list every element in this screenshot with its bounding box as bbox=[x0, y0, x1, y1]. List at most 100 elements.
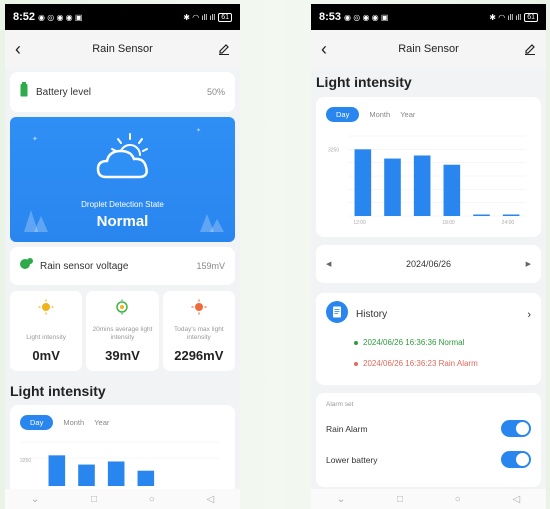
back-triangle-icon[interactable]: ◁ bbox=[206, 494, 214, 505]
status-bar: 8:52 ◉ ◎ ◉ ◉ ▣ ✱ ◠ ıll ıll 61 bbox=[5, 4, 240, 30]
x-tick-label: 18:00 bbox=[442, 220, 455, 226]
period-tabs: Day Month Year bbox=[20, 415, 225, 430]
history-card[interactable]: History › 2024/06/26 16:36:36 Normal 2024… bbox=[316, 293, 541, 385]
signal-icon: ✱ ◠ ıll ıll bbox=[489, 12, 522, 22]
home-circle-icon[interactable]: ○ bbox=[455, 494, 461, 505]
sun-max-icon bbox=[191, 299, 207, 320]
bullet-dot-icon bbox=[354, 340, 358, 345]
alarm-setting-label: Lower battery bbox=[326, 454, 378, 465]
history-title: History bbox=[356, 309, 388, 320]
top-nav: ‹ Rain Sensor bbox=[311, 30, 546, 68]
tile-value: 39mV bbox=[105, 348, 140, 363]
prev-date-icon[interactable]: ◀ bbox=[326, 260, 331, 268]
tab-day[interactable]: Day bbox=[20, 415, 54, 430]
sparkle-icon: ✦ bbox=[196, 128, 202, 134]
edit-pencil-icon[interactable] bbox=[516, 43, 536, 55]
recents-square-icon[interactable]: □ bbox=[397, 494, 403, 505]
next-date-icon[interactable]: ▶ bbox=[526, 260, 531, 268]
voltage-value: 159mV bbox=[196, 261, 225, 271]
x-tick-label: 24:00 bbox=[502, 220, 515, 226]
recents-square-icon[interactable]: □ bbox=[91, 494, 97, 505]
tile-label: Today's max light intensity bbox=[173, 326, 224, 341]
y-tick-label: 3250 bbox=[328, 147, 339, 153]
chart-bar bbox=[384, 158, 401, 216]
battery-status: 61 bbox=[524, 12, 538, 22]
x-tick-label: 12:00 bbox=[353, 220, 366, 226]
back-arrow-icon[interactable]: ‹ bbox=[15, 39, 35, 60]
system-nav-bar: ⌄ □ ○ ◁ bbox=[311, 489, 546, 509]
history-entry: 2024/06/26 16:36:23 Rain Alarm bbox=[354, 359, 531, 368]
light-chart-card: Day Month Year 3250 bbox=[10, 405, 235, 509]
history-entry-text: 2024/06/26 16:36:23 Rain Alarm bbox=[363, 359, 478, 368]
phone-screen-right: 8:53 ◉ ◎ ◉ ◉ ▣ ✱ ◠ ıll ıll 61 ‹ Rain Sen… bbox=[311, 4, 546, 509]
tab-month[interactable]: Month bbox=[63, 418, 84, 427]
home-circle-icon[interactable]: ○ bbox=[149, 494, 155, 505]
top-nav: ‹ Rain Sensor bbox=[5, 30, 240, 68]
voltage-card: Rain sensor voltage 159mV bbox=[10, 247, 235, 285]
date-value: 2024/06/26 bbox=[405, 259, 452, 269]
chart-bar bbox=[48, 455, 66, 509]
bullet-dot-icon bbox=[354, 361, 358, 366]
history-entry-text: 2024/06/26 16:36:36 Normal bbox=[363, 338, 465, 347]
light-chart-card: Day Month Year 3250 12:00 18:00 24:00 bbox=[316, 97, 541, 237]
date-selector: ◀ 2024/06/26 ▶ bbox=[316, 245, 541, 283]
battery-icon bbox=[20, 82, 28, 102]
tab-month[interactable]: Month bbox=[369, 110, 390, 119]
page-title: Rain Sensor bbox=[92, 43, 153, 55]
chart-bar bbox=[443, 164, 461, 216]
page-title: Rain Sensor bbox=[398, 43, 459, 55]
phone-screen-left: 8:52 ◉ ◎ ◉ ◉ ▣ ✱ ◠ ıll ıll 61 ‹ Rain Sen… bbox=[5, 4, 240, 509]
status-time: 8:52 bbox=[13, 11, 36, 23]
battery-value: 50% bbox=[206, 87, 225, 97]
tile-light-intensity: Light intensity 0mV bbox=[10, 291, 83, 371]
chart-bar bbox=[78, 464, 95, 509]
alarm-toggle[interactable] bbox=[501, 451, 531, 468]
light-tiles: Light intensity 0mV 20mins average light… bbox=[10, 291, 235, 371]
voltage-label: Rain sensor voltage bbox=[40, 260, 129, 272]
alarm-setting-label: Rain Alarm bbox=[326, 423, 368, 434]
alarm-setting-row: Rain Alarm bbox=[326, 420, 531, 437]
chart-bar bbox=[473, 214, 490, 216]
leaf-drop-icon bbox=[20, 257, 34, 275]
y-tick-label: 3250 bbox=[20, 458, 31, 464]
droplet-state-label: Droplet Detection State bbox=[81, 200, 164, 209]
tab-year[interactable]: Year bbox=[400, 110, 415, 119]
alarm-card: Alarm set Rain Alarm Lower battery bbox=[316, 393, 541, 487]
signal-icon: ✱ ◠ ıll ıll bbox=[183, 12, 216, 22]
light-chart-right: 3250 12:00 18:00 24:00 bbox=[328, 135, 526, 226]
chevron-right-icon[interactable]: › bbox=[527, 309, 531, 321]
tab-year[interactable]: Year bbox=[94, 418, 109, 427]
status-time: 8:53 bbox=[319, 11, 342, 23]
alarm-toggle[interactable] bbox=[501, 420, 531, 437]
battery-label: Battery level bbox=[36, 86, 92, 98]
system-nav-bar: ⌄ □ ○ ◁ bbox=[5, 489, 240, 509]
droplet-state-value: Normal bbox=[96, 213, 149, 230]
tile-label: 20mins average light intensity bbox=[92, 326, 153, 341]
back-triangle-icon[interactable]: ◁ bbox=[512, 494, 520, 505]
chart-bar bbox=[137, 470, 155, 509]
tile-average-intensity: 20mins average light intensity 39mV bbox=[86, 291, 159, 371]
back-arrow-icon[interactable]: ‹ bbox=[321, 39, 341, 60]
sparkle-icon: ✦ bbox=[32, 136, 38, 143]
alarm-title: Alarm set bbox=[326, 401, 354, 408]
tab-day[interactable]: Day bbox=[326, 107, 360, 122]
edit-pencil-icon[interactable] bbox=[210, 43, 230, 55]
period-tabs: Day Month Year bbox=[326, 107, 531, 122]
battery-status: 61 bbox=[218, 12, 232, 22]
chart-bar bbox=[107, 461, 125, 509]
light-section-title: Light intensity bbox=[10, 383, 106, 399]
notification-icons: ◉ ◎ ◉ ◉ ▣ bbox=[38, 12, 83, 22]
menu-chevron-icon[interactable]: ⌄ bbox=[31, 494, 39, 505]
droplet-state-hero: ✦ ✦ Droplet Detection State Normal bbox=[10, 117, 235, 242]
chart-bar bbox=[413, 155, 431, 216]
tile-value: 2296mV bbox=[174, 348, 224, 363]
notification-icons: ◉ ◎ ◉ ◉ ▣ bbox=[344, 12, 389, 22]
menu-chevron-icon[interactable]: ⌄ bbox=[337, 494, 345, 505]
tile-label: Light intensity bbox=[26, 334, 67, 341]
battery-card: Battery level 50% bbox=[10, 72, 235, 112]
status-bar: 8:53 ◉ ◎ ◉ ◉ ▣ ✱ ◠ ıll ıll 61 bbox=[311, 4, 546, 30]
light-section-title: Light intensity bbox=[316, 74, 412, 90]
sun-icon bbox=[38, 299, 54, 320]
tile-max-intensity: Today's max light intensity 2296mV bbox=[162, 291, 235, 371]
sun-timer-icon bbox=[114, 299, 130, 320]
